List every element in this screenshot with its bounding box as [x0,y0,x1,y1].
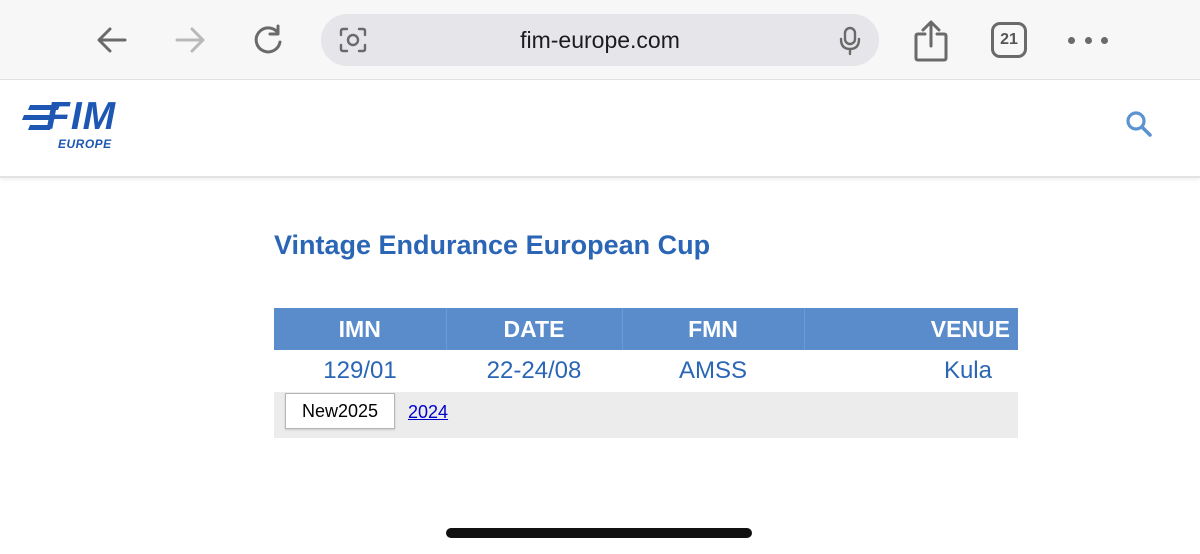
address-bar[interactable]: fim-europe.com [321,14,879,66]
year-tabs: New2025 2024 [274,392,1018,438]
reload-button[interactable] [250,22,286,58]
cell-venue: Kula [804,350,1018,392]
fim-europe-logo[interactable]: FIM EUROPE [22,95,132,155]
cell-date: 22-24/08 [446,350,622,392]
tab-count-button[interactable]: 21 [991,22,1027,58]
more-dots-icon[interactable] [1068,28,1108,52]
share-icon[interactable] [912,20,950,62]
url-text: fim-europe.com [520,27,680,53]
browser-toolbar: fim-europe.com 21 [0,0,1200,80]
column-header-date: DATE [446,308,623,350]
page-title: Vintage Endurance European Cup [274,230,711,260]
column-header-venue: VENUE [804,308,1018,350]
arrow-left-icon [97,27,127,53]
microphone-icon[interactable] [839,26,861,56]
logo-subtext: EUROPE [58,137,112,151]
back-button[interactable] [94,22,130,58]
tab-2024-link[interactable]: 2024 [408,402,448,423]
forward-button[interactable] [172,22,208,58]
home-indicator[interactable] [446,528,752,538]
column-header-fmn: FMN [622,308,805,350]
page: fim-europe.com 21 FIM EUROPE Vintage End… [0,0,1200,554]
more-dot [1068,36,1075,44]
more-dot [1084,36,1092,44]
table-row: 129/01 22-24/08 AMSS Kula [274,350,1018,392]
events-table: IMN DATE FMN VENUE 129/01 22-24/08 AMSS … [274,308,1018,392]
column-header-imn: IMN [274,308,447,350]
logo-text: FIM [46,95,117,138]
more-dot [1101,36,1108,44]
cell-imn: 129/01 [274,350,446,392]
tab-new2025[interactable]: New2025 [285,393,395,429]
reload-icon [254,24,282,54]
cell-fmn: AMSS [622,350,804,392]
search-icon[interactable] [1124,109,1154,139]
arrow-right-icon [175,27,205,53]
site-header: FIM EUROPE [0,81,1200,178]
table-header-row: IMN DATE FMN VENUE [274,308,1018,350]
